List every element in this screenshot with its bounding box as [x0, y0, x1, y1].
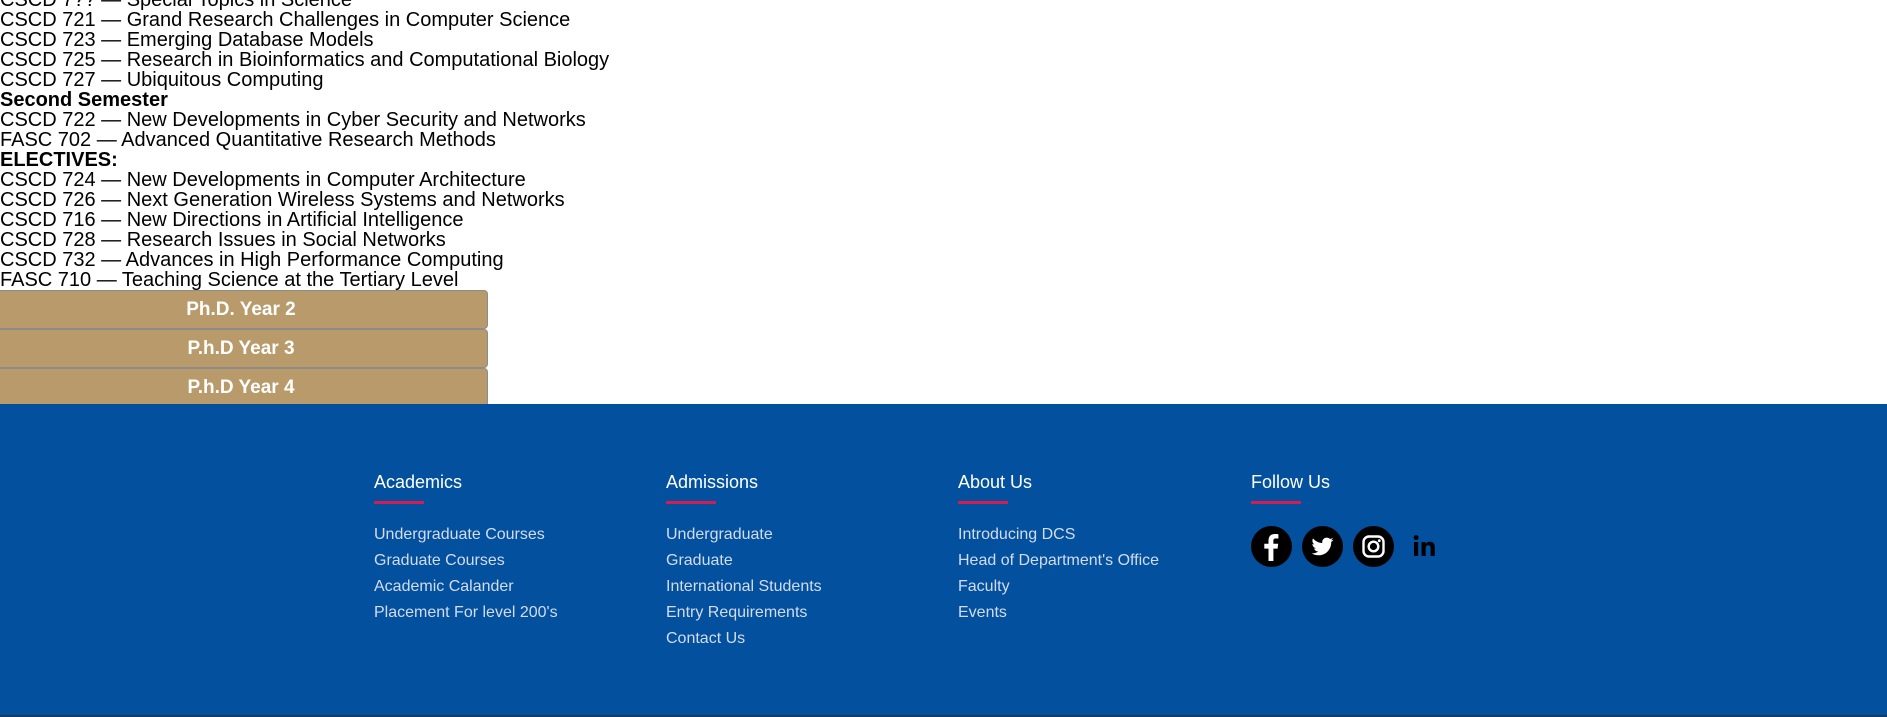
heading-underline	[374, 501, 424, 504]
course-list: CSCD 7?? — Special Topics in Science CSC…	[0, 0, 1887, 407]
footer-academics-column: Academics Undergraduate Courses Graduate…	[374, 472, 558, 630]
course-item: FASC 710 — Teaching Science at the Terti…	[0, 269, 459, 291]
footer-link-academic-calendar[interactable]: Academic Calander	[374, 578, 558, 596]
footer-link-contact-us[interactable]: Contact Us	[666, 630, 822, 648]
footer-link-placement[interactable]: Placement For level 200's	[374, 604, 558, 622]
facebook-icon[interactable]	[1251, 526, 1292, 567]
course-item: CSCD 727 — Ubiquitous Computing	[0, 69, 324, 91]
course-item: CSCD 716 — New Directions in Artificial …	[0, 209, 464, 231]
footer-academics-heading: Academics	[374, 472, 463, 492]
footer-about-heading: About Us	[958, 472, 1033, 492]
second-semester-heading: Second Semester	[0, 89, 168, 111]
footer-link-hod-office[interactable]: Head of Department's Office	[958, 552, 1159, 570]
footer-admissions-column: Admissions Undergraduate Graduate Intern…	[666, 472, 822, 656]
footer-link-events[interactable]: Events	[958, 604, 1159, 622]
footer-link-graduate[interactable]: Graduate	[666, 552, 822, 570]
course-item: CSCD 725 — Research in Bioinformatics an…	[0, 49, 610, 71]
footer-follow-column: Follow Us	[1251, 472, 1445, 567]
course-item: CSCD 732 — Advances in High Performance …	[0, 249, 504, 271]
footer-link-faculty[interactable]: Faculty	[958, 578, 1159, 596]
heading-underline	[666, 501, 716, 504]
phd-year-2-button[interactable]: Ph.D. Year 2	[0, 290, 488, 329]
footer-link-international-students[interactable]: International Students	[666, 578, 822, 596]
electives-heading: ELECTIVES:	[0, 149, 118, 171]
site-footer: Academics Undergraduate Courses Graduate…	[0, 404, 1887, 717]
heading-underline	[958, 501, 1008, 504]
course-item: FASC 702 — Advanced Quantitative Researc…	[0, 129, 496, 151]
instagram-icon[interactable]	[1353, 526, 1394, 567]
footer-link-introducing-dcs[interactable]: Introducing DCS	[958, 526, 1159, 544]
phd-year-4-button[interactable]: P.h.D Year 4	[0, 368, 488, 407]
footer-follow-heading: Follow Us	[1251, 472, 1331, 492]
footer-link-entry-requirements[interactable]: Entry Requirements	[666, 604, 822, 622]
phd-accordion: Ph.D. Year 2 P.h.D Year 3 P.h.D Year 4	[0, 290, 1887, 407]
course-item: CSCD 726 — Next Generation Wireless Syst…	[0, 189, 565, 211]
phd-year-3-button[interactable]: P.h.D Year 3	[0, 329, 488, 368]
course-item: CSCD 721 — Grand Research Challenges in …	[0, 9, 571, 31]
footer-about-column: About Us Introducing DCS Head of Departm…	[958, 472, 1159, 630]
footer-link-undergraduate-courses[interactable]: Undergraduate Courses	[374, 526, 558, 544]
twitter-icon[interactable]	[1302, 526, 1343, 567]
course-item: CSCD 728 — Research Issues in Social Net…	[0, 229, 446, 251]
course-item: CSCD 723 — Emerging Database Models	[0, 29, 374, 51]
linkedin-icon[interactable]	[1404, 526, 1445, 567]
footer-admissions-heading: Admissions	[666, 472, 759, 492]
footer-link-graduate-courses[interactable]: Graduate Courses	[374, 552, 558, 570]
course-item: CSCD 722 — New Developments in Cyber Sec…	[0, 109, 586, 131]
heading-underline	[1251, 501, 1301, 504]
social-links	[1251, 526, 1445, 567]
course-item: CSCD 724 — New Developments in Computer …	[0, 169, 526, 191]
footer-link-undergraduate[interactable]: Undergraduate	[666, 526, 822, 544]
